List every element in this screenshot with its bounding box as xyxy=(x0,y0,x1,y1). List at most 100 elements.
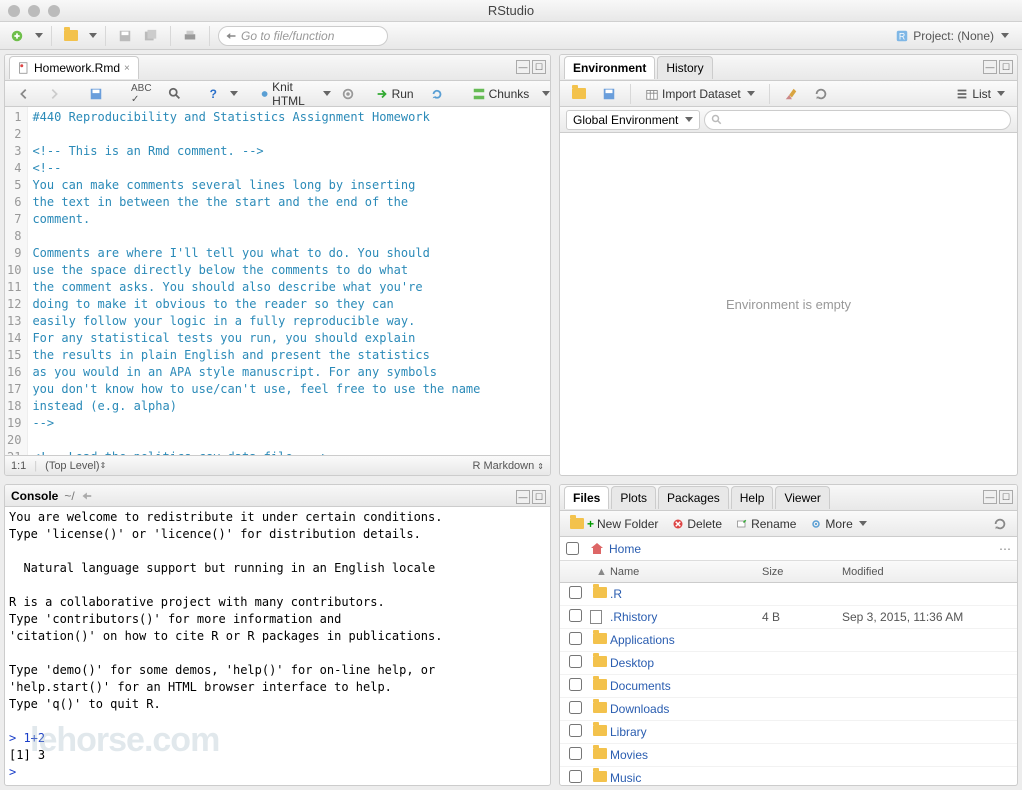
breadcrumb-home[interactable]: Home xyxy=(609,542,641,556)
file-row[interactable]: Downloads xyxy=(560,698,1017,721)
code-content[interactable]: #440 Reproducibility and Statistics Assi… xyxy=(28,107,484,455)
tab-history[interactable]: History xyxy=(657,56,712,79)
refresh-env-button[interactable] xyxy=(808,84,834,104)
back-button[interactable] xyxy=(11,84,37,104)
select-all-checkbox[interactable] xyxy=(566,542,579,555)
file-name[interactable]: .R xyxy=(610,587,762,601)
scope-label[interactable]: (Top Level) xyxy=(45,460,99,472)
save-all-button[interactable] xyxy=(140,25,162,47)
rerun-button[interactable] xyxy=(424,84,450,104)
minimize-files-button[interactable]: — xyxy=(983,490,997,504)
rename-button[interactable]: Rename xyxy=(732,515,800,533)
tab-plots[interactable]: Plots xyxy=(611,486,656,509)
clear-workspace-button[interactable] xyxy=(778,84,804,104)
forward-button[interactable] xyxy=(41,84,67,104)
tab-environment[interactable]: Environment xyxy=(564,56,655,79)
file-row[interactable]: Applications xyxy=(560,629,1017,652)
maximize-files-button[interactable]: ☐ xyxy=(999,490,1013,504)
save-button[interactable] xyxy=(114,25,136,47)
new-file-dropdown-caret[interactable] xyxy=(35,33,43,38)
goto-file-input[interactable]: Go to file/function xyxy=(218,26,388,46)
col-modified[interactable]: Modified xyxy=(842,566,1017,578)
file-checkbox[interactable] xyxy=(569,701,582,714)
file-checkbox[interactable] xyxy=(569,655,582,668)
file-row[interactable]: Desktop xyxy=(560,652,1017,675)
file-name[interactable]: Music xyxy=(610,771,762,785)
file-row[interactable]: Movies xyxy=(560,744,1017,767)
refresh-files-button[interactable] xyxy=(989,515,1011,533)
maximize-pane-button[interactable]: ☐ xyxy=(532,60,546,74)
delete-button[interactable]: Delete xyxy=(668,515,726,533)
env-view-mode[interactable]: List xyxy=(949,84,1011,104)
file-checkbox[interactable] xyxy=(569,678,582,691)
new-file-button[interactable] xyxy=(6,25,28,47)
open-file-button[interactable] xyxy=(60,25,82,47)
env-search-input[interactable] xyxy=(704,110,1011,130)
file-name[interactable]: Desktop xyxy=(610,656,762,670)
file-row[interactable]: .R xyxy=(560,583,1017,606)
file-row[interactable]: Documents xyxy=(560,675,1017,698)
breadcrumb-more[interactable]: ⋯ xyxy=(999,542,1011,556)
file-checkbox[interactable] xyxy=(569,632,582,645)
import-dataset-button[interactable]: Import Dataset xyxy=(639,84,761,104)
print-button[interactable] xyxy=(179,25,201,47)
col-size[interactable]: Size xyxy=(762,566,842,578)
file-checkbox[interactable] xyxy=(569,586,582,599)
more-button[interactable]: More xyxy=(806,515,870,533)
spellcheck-button[interactable]: ABC✓ xyxy=(125,80,158,108)
new-folder-button[interactable]: +New Folder xyxy=(566,515,662,533)
file-name[interactable]: Movies xyxy=(610,748,762,762)
tab-files[interactable]: Files xyxy=(564,486,609,509)
tab-viewer[interactable]: Viewer xyxy=(775,486,829,509)
find-button[interactable] xyxy=(162,84,188,104)
file-name[interactable]: .Rhistory xyxy=(610,610,762,624)
file-row[interactable]: .Rhistory4 BSep 3, 2015, 11:36 AM xyxy=(560,606,1017,629)
minimize-pane-button[interactable]: — xyxy=(516,60,530,74)
file-checkbox[interactable] xyxy=(569,747,582,760)
source-tab-homework[interactable]: Homework.Rmd × xyxy=(9,56,139,79)
minimize-console-button[interactable]: — xyxy=(516,490,530,504)
recent-files-caret[interactable] xyxy=(89,33,97,38)
line-gutter: 123456789101112131415161718192021 xyxy=(5,107,28,455)
files-breadcrumb: Home ⋯ xyxy=(560,537,1017,561)
project-menu[interactable]: R Project: (None) xyxy=(888,26,1016,46)
file-name[interactable]: Documents xyxy=(610,679,762,693)
env-tabs: Environment History — ☐ xyxy=(560,55,1017,81)
close-tab-icon[interactable]: × xyxy=(124,63,130,74)
files-tabs: Files Plots Packages Help Viewer — ☐ xyxy=(560,485,1017,511)
document-options-button[interactable] xyxy=(335,84,361,104)
rename-icon xyxy=(736,518,748,530)
folder-icon xyxy=(593,702,607,713)
file-checkbox[interactable] xyxy=(569,724,582,737)
col-name[interactable]: Name xyxy=(610,566,639,578)
file-name[interactable]: Downloads xyxy=(610,702,762,716)
save-workspace-button[interactable] xyxy=(596,84,622,104)
console-header: Console ~/ — ☐ xyxy=(5,485,550,507)
environment-pane: Environment History — ☐ Import Dataset L… xyxy=(559,54,1018,476)
home-icon[interactable] xyxy=(589,541,605,557)
env-scope-selector[interactable]: Global Environment xyxy=(566,110,700,130)
file-name[interactable]: Applications xyxy=(610,633,762,647)
help-button[interactable]: ? xyxy=(204,84,223,104)
popout-icon[interactable] xyxy=(79,489,93,503)
knit-button[interactable]: Knit HTML xyxy=(254,77,316,111)
minimize-env-button[interactable]: — xyxy=(983,60,997,74)
tab-packages[interactable]: Packages xyxy=(658,486,729,509)
chunks-button[interactable]: Chunks xyxy=(466,84,536,104)
file-size: 4 B xyxy=(762,610,842,624)
load-workspace-button[interactable] xyxy=(566,85,592,102)
file-name[interactable]: Library xyxy=(610,725,762,739)
maximize-console-button[interactable]: ☐ xyxy=(532,490,546,504)
file-checkbox[interactable] xyxy=(569,770,582,783)
file-checkbox[interactable] xyxy=(569,609,582,622)
file-row[interactable]: Music xyxy=(560,767,1017,785)
tab-help[interactable]: Help xyxy=(731,486,774,509)
project-icon: R xyxy=(895,29,909,43)
source-editor[interactable]: 123456789101112131415161718192021 #440 R… xyxy=(5,107,550,455)
run-button[interactable]: Run xyxy=(369,84,420,104)
maximize-env-button[interactable]: ☐ xyxy=(999,60,1013,74)
file-row[interactable]: Library xyxy=(560,721,1017,744)
window-title: RStudio xyxy=(0,3,1022,18)
language-label[interactable]: R Markdown xyxy=(473,460,538,472)
save-source-button[interactable] xyxy=(83,84,109,104)
